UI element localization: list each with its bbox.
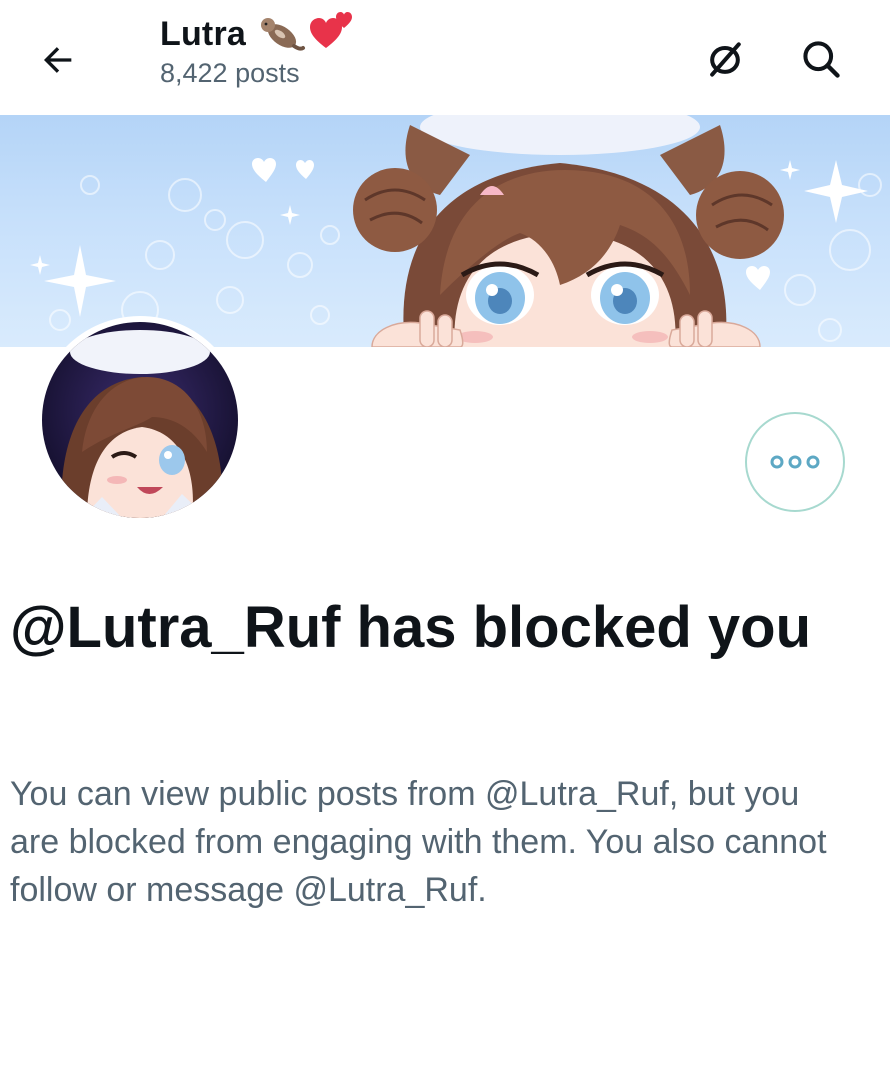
blocked-description: You can view public posts from @Lutra_Ru… — [10, 775, 827, 909]
unsubscribe-bell-icon — [710, 42, 741, 77]
blocked-title: @Lutra_Ruf has blocked you — [10, 595, 812, 660]
back-button[interactable] — [36, 38, 80, 82]
profile-banner[interactable] — [0, 115, 890, 347]
search-button[interactable] — [796, 34, 846, 84]
arrow-left-icon — [44, 47, 72, 73]
more-horizontal-icon — [770, 455, 820, 469]
avatar-image — [42, 322, 238, 518]
profile-avatar[interactable] — [36, 316, 244, 524]
banner-illustration — [30, 115, 882, 347]
notifications-button[interactable] — [700, 34, 750, 84]
hearts-emoji-icon — [310, 12, 352, 48]
profile-name: Lutra — [160, 14, 246, 53]
post-count: 8,422 posts — [160, 58, 300, 88]
more-options-button[interactable] — [745, 412, 845, 512]
otter-emoji-icon — [261, 18, 305, 51]
top-bar: Lutra 8,422 posts — [0, 0, 890, 115]
header-title-block: Lutra 8,422 posts — [160, 12, 354, 89]
search-icon — [803, 41, 840, 78]
